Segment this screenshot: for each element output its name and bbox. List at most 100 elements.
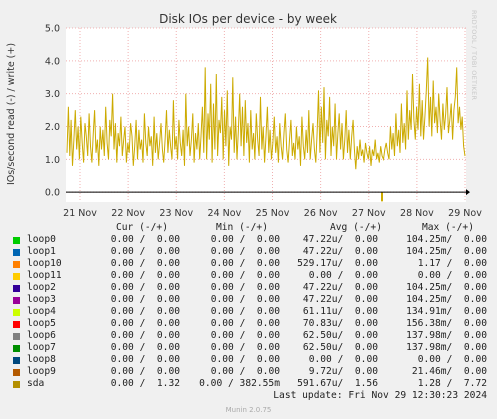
- legend-row-loop8: loop8 0.00 / 0.00 0.00 / 0.00 0.00 / 0.00 0.…: [10, 354, 487, 366]
- legend-swatch: [13, 380, 20, 388]
- header-min: Min (-/+): [216, 222, 268, 233]
- legend-min: 0.00 / 0.00: [210, 282, 280, 293]
- legend-max: 0.00 / 0.00: [417, 270, 487, 281]
- legend-min: 0.00 / 0.00: [210, 246, 280, 257]
- y-axis-label: IOs/second read (-) / write (+): [6, 43, 17, 185]
- legend-swatch: [13, 236, 20, 244]
- legend-swatch: [13, 308, 20, 316]
- legend-avg: 529.17u/ 0.00: [297, 258, 378, 269]
- legend-row-loop3: loop3 0.00 / 0.00 0.00 / 0.00 47.22u/ 0.00 1…: [10, 294, 487, 306]
- legend-name: loop1: [27, 246, 56, 257]
- legend-swatch: [13, 272, 20, 280]
- legend-min: 0.00 / 0.00: [210, 258, 280, 269]
- legend-cur: 0.00 / 0.00: [110, 318, 180, 329]
- legend-row-loop0: loop0 0.00 / 0.00 0.00 / 0.00 47.22u/ 0.00 1…: [10, 234, 487, 246]
- legend-avg: 0.00 / 0.00: [308, 354, 378, 365]
- x-tick-label: 28 Nov: [400, 208, 434, 219]
- x-tick-label: 21 Nov: [63, 208, 97, 219]
- legend-row-loop5: loop5 0.00 / 0.00 0.00 / 0.00 70.83u/ 0.00 1…: [10, 318, 487, 330]
- x-ticks: 21 Nov 22 Nov 23 Nov 24 Nov 25 Nov 26 Nov 27 N…: [63, 208, 482, 219]
- legend-swatch: [13, 332, 20, 340]
- header-avg: Avg (-/+): [330, 222, 382, 233]
- legend-max: 156.38m/ 0.00: [406, 318, 487, 329]
- legend-row-loop2: loop2 0.00 / 0.00 0.00 / 0.00 47.22u/ 0.00 1…: [10, 282, 487, 294]
- header-cur: Cur (-/+): [116, 222, 168, 233]
- y-tick-label: 0.0: [45, 188, 60, 199]
- legend-row-loop6: loop6 0.00 / 0.00 0.00 / 0.00 62.50u/ 0.00 1…: [10, 330, 487, 342]
- legend-cur: 0.00 / 1.32: [110, 378, 180, 389]
- legend-swatch: [13, 368, 20, 376]
- legend-name: loop0: [27, 234, 56, 245]
- legend-max: 104.25m/ 0.00: [406, 294, 487, 305]
- x-tick-label: 29 Nov: [448, 208, 482, 219]
- legend-row-loop9: loop9 0.00 / 0.00 0.00 / 0.00 9.72u/ 0.00 21…: [10, 366, 487, 378]
- legend-cur: 0.00 / 0.00: [110, 306, 180, 317]
- legend-min: 0.00 / 0.00: [210, 234, 280, 245]
- legend-name: loop3: [27, 294, 56, 305]
- legend-row-loop11: loop11 0.00 / 0.00 0.00 / 0.00 0.00 / 0.00 0…: [10, 270, 487, 282]
- legend-avg: 62.50u/ 0.00: [302, 342, 378, 353]
- legend-min: 0.00 / 0.00: [210, 330, 280, 341]
- legend-min: 0.00 / 0.00: [210, 354, 280, 365]
- legend-cur: 0.00 / 0.00: [110, 282, 180, 293]
- y-tick-label: 3.0: [45, 89, 60, 100]
- legend-avg: 47.22u/ 0.00: [302, 246, 378, 257]
- legend-cur: 0.00 / 0.00: [110, 330, 180, 341]
- legend-min: 0.00 / 0.00: [210, 294, 280, 305]
- legend-avg: 0.00 / 0.00: [308, 270, 378, 281]
- legend-min: 0.00 / 382.55m: [199, 378, 280, 389]
- legend-swatch: [13, 344, 20, 352]
- x-tick-label: 24 Nov: [208, 208, 242, 219]
- x-tick-label: 22 Nov: [111, 208, 145, 219]
- legend-name: loop10: [27, 258, 62, 269]
- legend-max: 21.46m/ 0.00: [411, 366, 487, 377]
- legend-cur: 0.00 / 0.00: [110, 246, 180, 257]
- legend-cur: 0.00 / 0.00: [110, 366, 180, 377]
- legend-row-sda: sda 0.00 / 1.32 0.00 / 382.55m 591.67u/ 1.5…: [10, 378, 487, 390]
- legend-avg: 62.50u/ 0.00: [302, 330, 378, 341]
- header-max: Max (-/+): [422, 222, 474, 233]
- legend-cur: 0.00 / 0.00: [110, 354, 180, 365]
- legend-swatch: [13, 320, 20, 328]
- legend-name: loop11: [27, 270, 62, 281]
- legend-row-loop10: loop10 0.00 / 0.00 0.00 / 0.00 529.17u/ 0.0…: [10, 258, 487, 270]
- legend-avg: 61.11u/ 0.00: [302, 306, 378, 317]
- x-axis-arrow: [466, 189, 470, 196]
- legend-name: loop7: [27, 342, 56, 353]
- legend-max: 134.91m/ 0.00: [406, 306, 487, 317]
- y-tick-label: 4.0: [45, 56, 60, 67]
- y-ticks: 5.0 4.0 3.0 2.0 1.0 0.0: [45, 24, 60, 199]
- legend-cur: 0.00 / 0.00: [110, 270, 180, 281]
- x-tick-label: 25 Nov: [256, 208, 290, 219]
- legend-name: sda: [27, 378, 45, 389]
- legend-cur: 0.00 / 0.00: [110, 234, 180, 245]
- legend-row-loop1: loop1 0.00 / 0.00 0.00 / 0.00 47.22u/ 0.00 1…: [10, 246, 487, 258]
- legend-max: 104.25m/ 0.00: [406, 234, 487, 245]
- last-update: Last update: Fri Nov 29 12:30:23 2024: [273, 390, 487, 401]
- legend-header: Cur (-/+) Min (-/+) Avg (-/+) Max (-/+): [10, 222, 474, 234]
- legend-max: 137.98m/ 0.00: [406, 342, 487, 353]
- legend-swatch: [13, 260, 20, 268]
- legend-avg: 591.67u/ 1.56: [297, 378, 378, 389]
- legend-swatch: [13, 284, 20, 292]
- legend-min: 0.00 / 0.00: [210, 366, 280, 377]
- x-tick-label: 26 Nov: [304, 208, 338, 219]
- legend-min: 0.00 / 0.00: [210, 318, 280, 329]
- legend-min: 0.00 / 0.00: [210, 270, 280, 281]
- legend-min: 0.00 / 0.00: [210, 342, 280, 353]
- y-tick-label: 2.0: [45, 122, 60, 133]
- y-tick-label: 5.0: [45, 24, 60, 35]
- legend-avg: 47.22u/ 0.00: [302, 294, 378, 305]
- legend-max: 1.28 / 7.72: [417, 378, 487, 389]
- legend: Cur (-/+) Min (-/+) Avg (-/+) Max (-/+) …: [10, 222, 487, 390]
- legend-avg: 9.72u/ 0.00: [308, 366, 378, 377]
- legend-max: 137.98m/ 0.00: [406, 330, 487, 341]
- legend-row-loop4: loop4 0.00 / 0.00 0.00 / 0.00 61.11u/ 0.00 1…: [10, 306, 487, 318]
- x-tick-label: 23 Nov: [159, 208, 193, 219]
- y-tick-label: 1.0: [45, 155, 60, 166]
- legend-row-loop7: loop7 0.00 / 0.00 0.00 / 0.00 62.50u/ 0.00 1…: [10, 342, 487, 354]
- legend-avg: 70.83u/ 0.00: [302, 318, 378, 329]
- legend-cur: 0.00 / 0.00: [110, 294, 180, 305]
- chart: Disk IOs per device - by week IOs/second…: [6, 12, 482, 219]
- legend-name: loop6: [27, 330, 56, 341]
